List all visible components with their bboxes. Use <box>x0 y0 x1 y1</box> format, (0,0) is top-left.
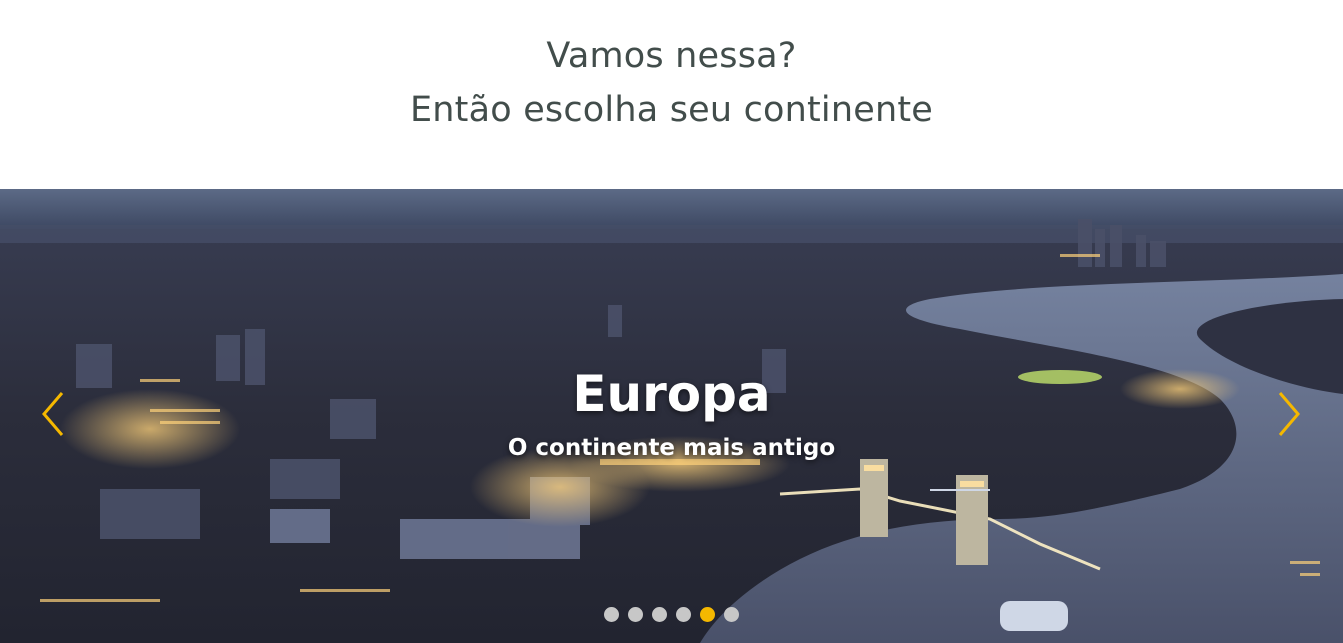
slide-subtitle: O continente mais antigo <box>507 435 836 461</box>
chevron-right-icon <box>1278 392 1300 436</box>
carousel-prev-button[interactable] <box>36 389 70 439</box>
carousel-dot-1[interactable] <box>604 607 619 622</box>
carousel-dot-4[interactable] <box>676 607 691 622</box>
carousel-dot-5[interactable] <box>700 607 715 622</box>
carousel-next-button[interactable] <box>1272 389 1306 439</box>
carousel-dot-3[interactable] <box>652 607 667 622</box>
intro-heading-line-1: Vamos nessa? <box>546 36 797 76</box>
carousel-dot-2[interactable] <box>628 607 643 622</box>
continent-carousel: Europa O continente mais antigo <box>0 189 1343 643</box>
intro-section: Vamos nessa? Então escolha seu continent… <box>0 0 1343 189</box>
intro-heading-line-2: Então escolha seu continente <box>409 90 934 130</box>
carousel-dot-6[interactable] <box>724 607 739 622</box>
slide-title: Europa <box>572 365 771 423</box>
chevron-left-icon <box>42 392 64 436</box>
carousel-indicators <box>0 607 1343 627</box>
